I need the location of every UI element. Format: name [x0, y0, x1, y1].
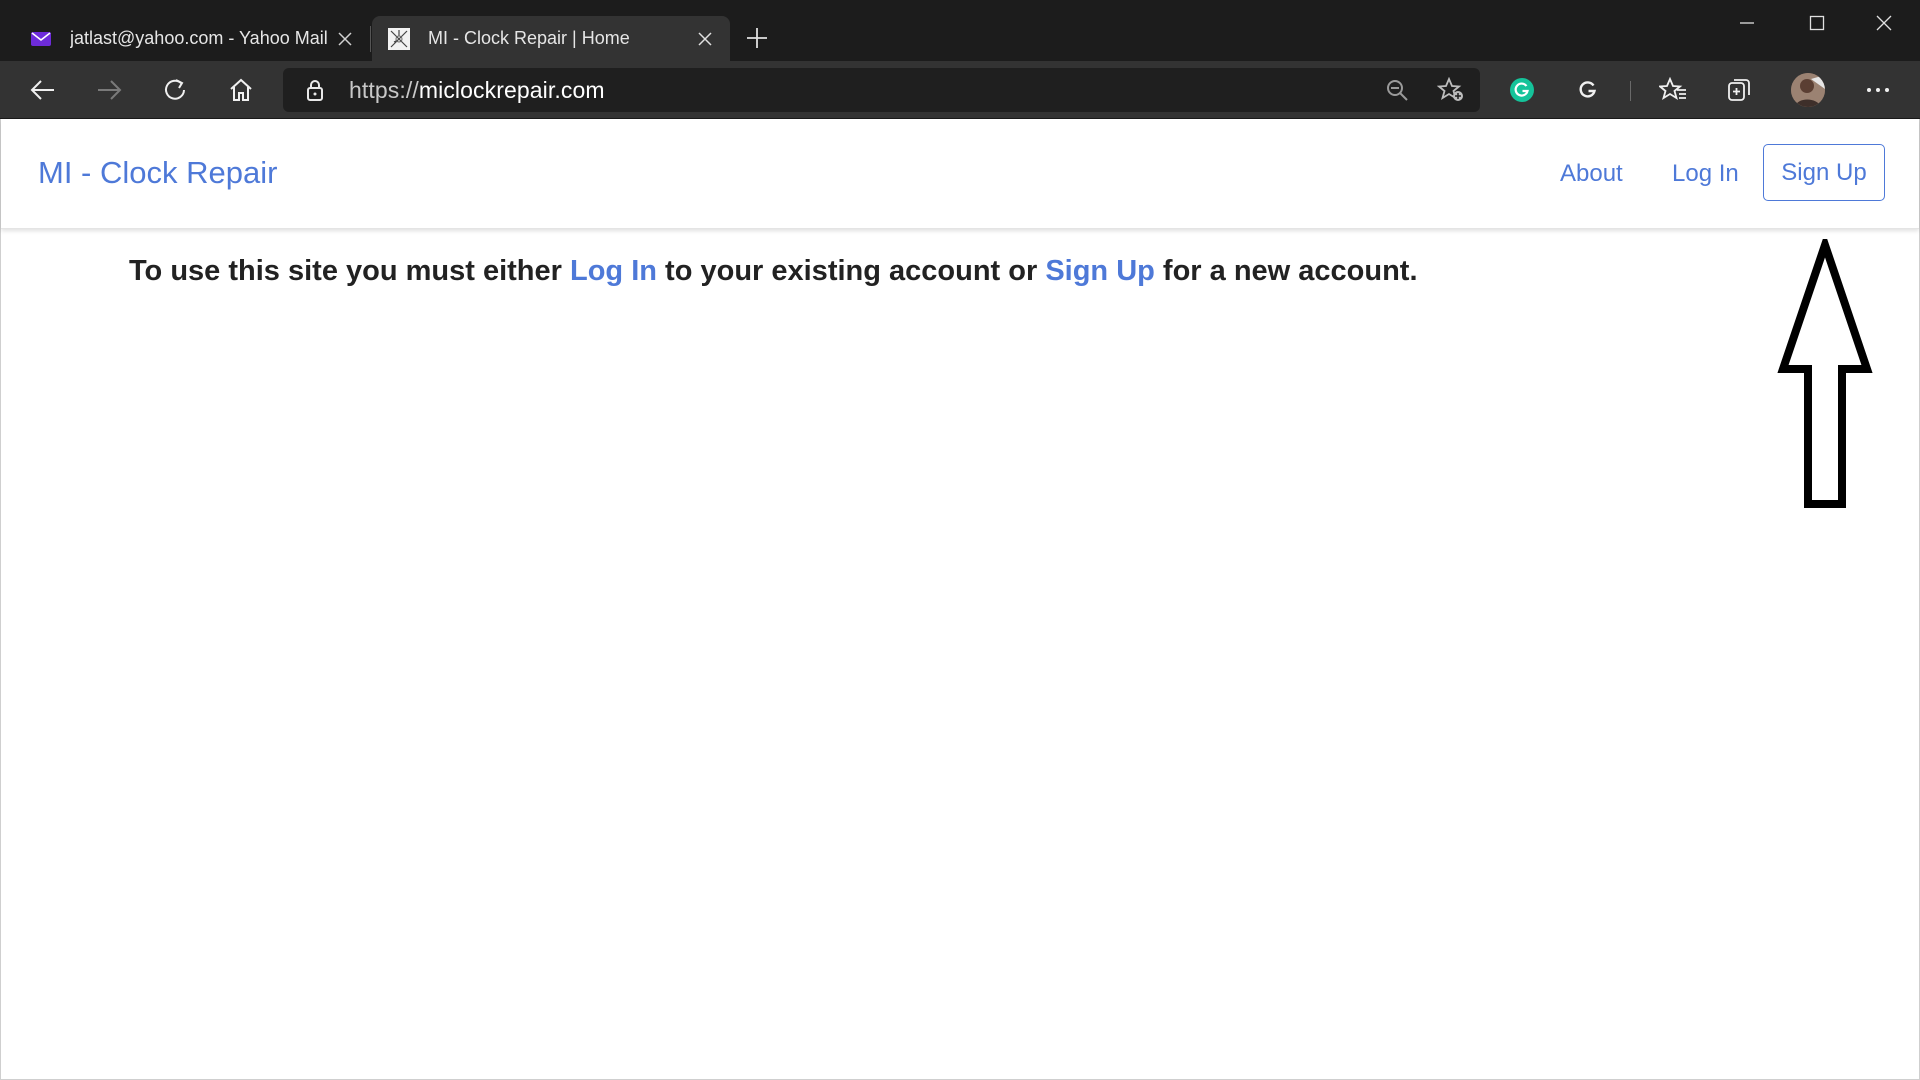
back-arrow-icon	[30, 80, 54, 100]
g-icon	[1579, 81, 1597, 98]
web-page: MI - Clock Repair About Log In Sign Up T…	[0, 119, 1920, 1080]
tab-title: jatlast@yahoo.com - Yahoo Mail	[70, 28, 328, 48]
plus-icon	[747, 28, 767, 48]
browser-toolbar: https://miclockrepair.com	[0, 61, 1920, 119]
toolbar-divider	[1630, 81, 1631, 101]
yahoo-mail-icon	[30, 28, 52, 50]
url-scheme: https://	[349, 77, 419, 103]
tab-strip: jatlast@yahoo.com - Yahoo Mail MI - Cloc…	[0, 0, 1920, 61]
maximize-button[interactable]	[1783, 0, 1851, 46]
settings-more-button[interactable]	[1858, 70, 1898, 110]
url-text[interactable]: https://miclockrepair.com	[349, 77, 605, 104]
home-icon	[230, 78, 252, 101]
close-icon	[1876, 15, 1892, 31]
back-button[interactable]	[23, 70, 63, 110]
message-signup-link[interactable]: Sign Up	[1045, 255, 1155, 287]
minimize-icon	[1740, 22, 1754, 24]
clock-site-icon	[388, 27, 410, 50]
close-tab-icon[interactable]	[688, 22, 722, 56]
forward-arrow-icon	[98, 80, 122, 100]
login-required-message: To use this site you must either Log In …	[129, 255, 1418, 288]
zoom-out-icon	[1387, 80, 1408, 101]
tab-yahoo-mail[interactable]: jatlast@yahoo.com - Yahoo Mail	[14, 16, 370, 61]
user-photo-icon	[1791, 73, 1825, 107]
favorites-button[interactable]	[1653, 70, 1693, 110]
minimize-button[interactable]	[1713, 0, 1781, 46]
message-suffix: for a new account.	[1154, 255, 1418, 287]
nav-about-link[interactable]: About	[1560, 160, 1623, 188]
site-brand-link[interactable]: MI - Clock Repair	[38, 155, 277, 191]
zoom-button[interactable]	[1380, 74, 1414, 106]
nav-login-link[interactable]: Log In	[1672, 160, 1739, 188]
annotation-up-arrow-icon	[1777, 239, 1873, 508]
grammarly-extension-button[interactable]	[1502, 70, 1542, 110]
refresh-icon	[165, 79, 185, 100]
home-button[interactable]	[221, 70, 261, 110]
collections-button[interactable]	[1719, 70, 1759, 110]
profile-avatar[interactable]	[1791, 73, 1825, 107]
message-middle: to your existing account or	[656, 255, 1046, 287]
new-tab-button[interactable]	[739, 20, 775, 56]
forward-button[interactable]	[89, 70, 129, 110]
address-bar[interactable]: https://miclockrepair.com	[283, 68, 1480, 112]
lock-icon	[307, 80, 323, 101]
nav-signup-button[interactable]: Sign Up	[1763, 144, 1885, 201]
refresh-button[interactable]	[155, 70, 195, 110]
message-prefix: To use this site you must either	[129, 255, 570, 287]
grammarly-icon	[1510, 78, 1534, 102]
collections-icon	[1728, 79, 1750, 101]
message-login-link[interactable]: Log In	[570, 255, 657, 287]
favorites-star-icon	[1659, 77, 1686, 100]
grammarly-g-extension-button[interactable]	[1568, 70, 1608, 110]
site-navbar: MI - Clock Repair About Log In Sign Up	[1, 119, 1919, 229]
tab-divider	[370, 26, 371, 52]
close-window-button[interactable]	[1850, 0, 1918, 46]
maximize-icon	[1809, 15, 1825, 31]
url-host: miclockrepair.com	[418, 77, 605, 103]
tab-clock-repair[interactable]: MI - Clock Repair | Home	[372, 16, 730, 61]
more-dots-icon	[1867, 88, 1889, 92]
star-add-icon	[1437, 77, 1463, 101]
tab-title: MI - Clock Repair | Home	[428, 28, 630, 48]
close-tab-icon[interactable]	[328, 22, 362, 56]
add-favorite-button[interactable]	[1434, 74, 1468, 106]
